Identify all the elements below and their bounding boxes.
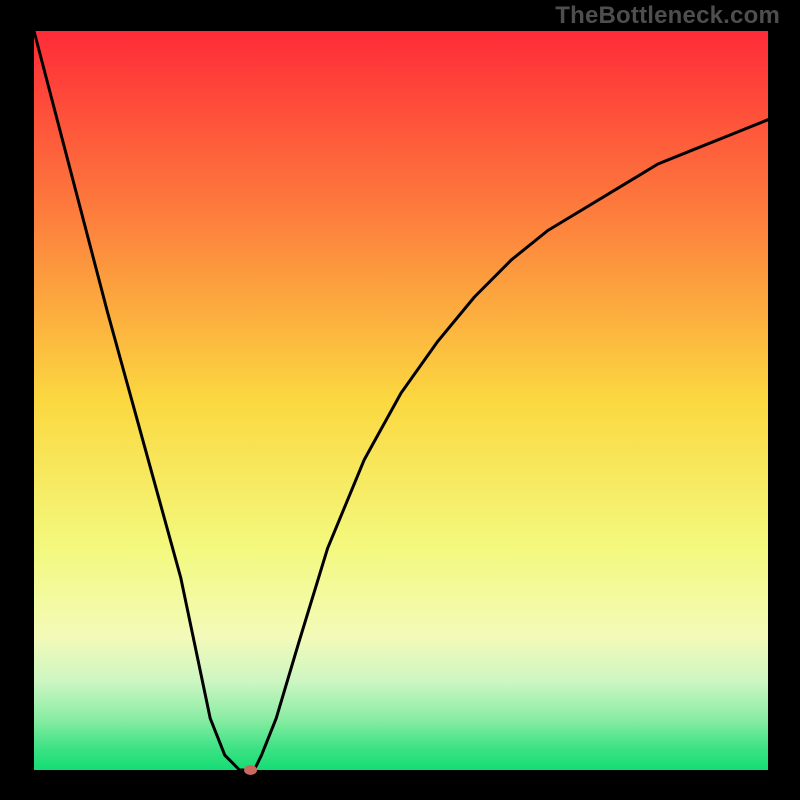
- optimum-marker: [244, 765, 257, 775]
- bottleneck-chart: [0, 0, 800, 800]
- chart-frame: TheBottleneck.com: [0, 0, 800, 800]
- plot-background: [34, 31, 768, 770]
